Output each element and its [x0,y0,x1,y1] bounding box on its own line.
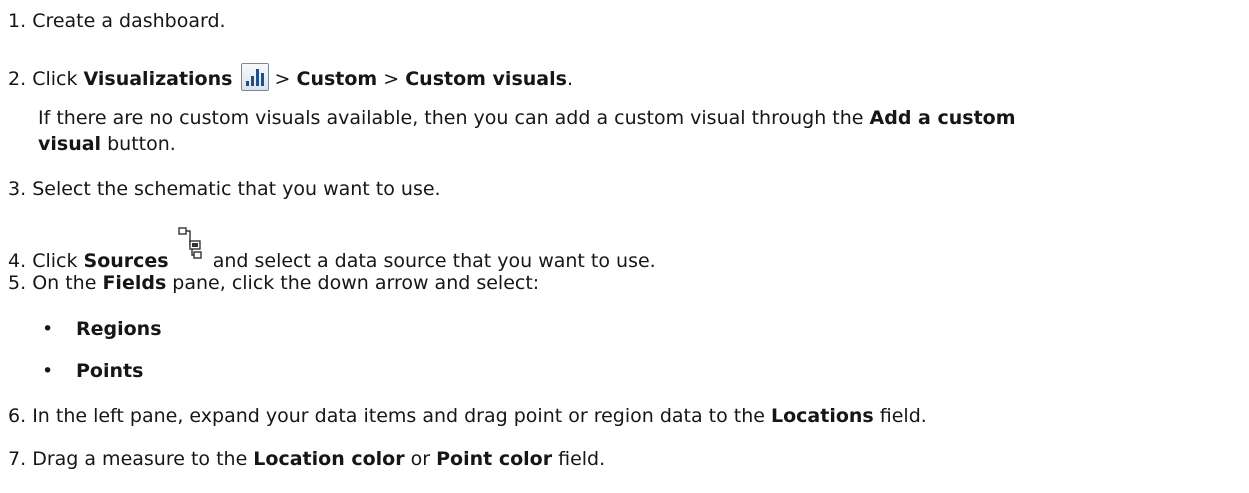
step-2: 2. Click Visualizations > Custom > Custo… [8,63,573,91]
note-text-post: button. [101,133,176,155]
bullet-text: Points [76,360,144,382]
add-custom-visual-label-cont: visual [38,133,102,155]
add-custom-visual-label: Add a custom [869,107,1016,129]
step-text-pre: Drag a measure to the [32,448,254,470]
separator: > [268,68,297,90]
step-number: 4. [8,250,27,272]
step-1: 1. Create a dashboard. [8,10,226,32]
step-text-post: . [566,68,573,90]
step-text-post: field. [552,448,606,470]
step-number: 5. [8,272,27,294]
step-number: 6. [8,405,27,427]
point-color-label: Point color [436,448,553,470]
step-2-note: If there are no custom visuals available… [38,107,1016,129]
custom-visuals-label: Custom visuals [405,68,567,90]
step-6: 6. In the left pane, expand your data it… [8,405,927,427]
bullet-text: Regions [76,318,162,340]
step-text-pre: In the left pane, expand your data items… [32,405,771,427]
note-text: If there are no custom visuals available… [38,107,870,129]
step-text-pre: Click [32,68,84,90]
step-text-post: field. [873,405,927,427]
fields-label: Fields [102,272,167,294]
custom-label: Custom [296,68,378,90]
step-2-note-cont: visual button. [38,133,176,155]
visualizations-label: Visualizations [83,68,233,90]
step-text-pre: Click [32,250,84,272]
step-text-pre: On the [32,272,103,294]
step-number: 7. [8,448,27,470]
step-4: 4. Click Sources and select a data sourc… [8,227,656,272]
step-7: 7. Drag a measure to the Location color … [8,448,605,470]
step-number: 3. [8,178,27,200]
instruction-document: 1. Create a dashboard. 2. Click Visualiz… [0,0,1249,493]
separator: > [377,68,406,90]
step-3: 3. Select the schematic that you want to… [8,178,441,200]
bullet-marker: • [42,318,54,340]
separator: or [404,448,437,470]
bullet-marker: • [42,360,54,382]
sources-label: Sources [83,250,169,272]
step-text-post: pane, click the down arrow and select: [166,272,540,294]
step-number: 2. [8,68,27,90]
bullet-points: • Points [42,360,143,382]
bar-chart-icon [240,63,269,91]
step-text: Select the schematic that you want to us… [32,178,441,200]
location-color-label: Location color [253,448,405,470]
step-number: 1. [8,10,27,32]
step-text: Create a dashboard. [32,10,226,32]
step-text-post: and select a data source that you want t… [206,250,656,272]
data-source-tree-icon [175,227,207,271]
bullet-regions: • Regions [42,318,162,340]
step-5: 5. On the Fields pane, click the down ar… [8,272,539,294]
locations-label: Locations [771,405,874,427]
